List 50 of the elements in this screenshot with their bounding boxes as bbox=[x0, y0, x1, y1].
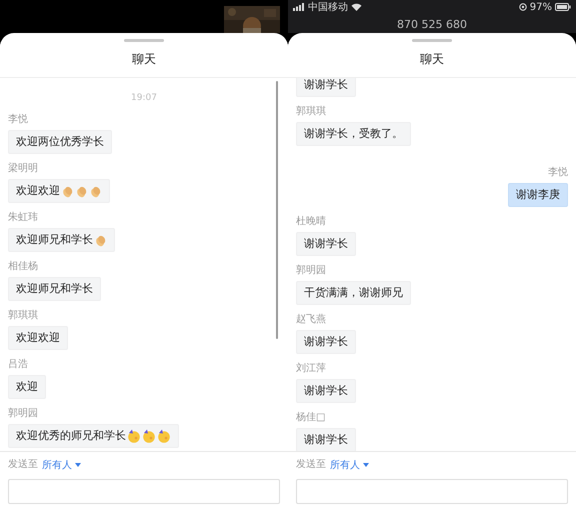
drag-handle[interactable] bbox=[412, 39, 452, 42]
message-bubble: 谢谢学长 bbox=[296, 330, 356, 354]
message-bubble: 欢迎 bbox=[8, 375, 46, 399]
sender-name: 郭明园 bbox=[8, 407, 38, 420]
sender-name: 相佳杨 bbox=[8, 260, 38, 273]
scrollbar[interactable] bbox=[276, 81, 278, 339]
drag-handle[interactable] bbox=[124, 39, 164, 42]
sender-name: 杜晚晴 bbox=[296, 215, 326, 228]
recipient-dropdown[interactable]: 所有人 bbox=[42, 458, 81, 472]
battery-percentage: 97% bbox=[530, 2, 552, 12]
message-bubble: 干货满满，谢谢师兄 bbox=[296, 281, 411, 305]
message-bubble: 谢谢学长 bbox=[296, 428, 356, 451]
message-bubble: 欢迎师兄和学长 bbox=[8, 228, 115, 252]
message-bubble: 谢谢李庚 bbox=[508, 183, 568, 207]
message-input[interactable] bbox=[8, 479, 280, 504]
wifi-icon bbox=[351, 3, 362, 11]
signal-icon bbox=[293, 3, 305, 11]
chat-title: 聊天 bbox=[132, 51, 156, 68]
sender-name: 赵飞燕 bbox=[296, 313, 326, 326]
phone-number: 870 525 680 bbox=[397, 18, 467, 31]
message-bubble: 谢谢学长，受教了。 bbox=[296, 122, 411, 146]
carrier-name: 中国移动 bbox=[308, 0, 348, 14]
message-input[interactable] bbox=[296, 479, 568, 504]
message-bubble: 欢迎师兄和学长 bbox=[8, 277, 101, 301]
message-bubble: 欢迎欢迎 bbox=[8, 179, 110, 203]
caret-icon bbox=[363, 463, 369, 467]
chat-title: 聊天 bbox=[420, 51, 444, 68]
sender-name: 郭琪琪 bbox=[296, 105, 326, 118]
sender-name: 刘江萍 bbox=[296, 362, 326, 375]
sender-name: 郭琪琪 bbox=[8, 309, 38, 322]
message-bubble: 谢谢学长 bbox=[296, 232, 356, 256]
sender-name: 吕浩 bbox=[8, 358, 28, 371]
message-bubble: 欢迎优秀的师兄和学长 bbox=[8, 424, 179, 448]
orientation-lock-icon bbox=[518, 3, 527, 11]
sender-name: 梁明明 bbox=[8, 162, 38, 175]
recipient-dropdown[interactable]: 所有人 bbox=[330, 458, 369, 472]
sender-name: 李悦 bbox=[8, 113, 28, 126]
message-bubble: 谢谢学长 bbox=[296, 78, 356, 97]
sender-name: 杨佳□ bbox=[296, 411, 326, 424]
caret-icon bbox=[75, 463, 81, 467]
send-to-label: 发送至 bbox=[296, 458, 326, 472]
send-to-label: 发送至 bbox=[8, 458, 38, 472]
sender-name: 李悦 bbox=[548, 166, 568, 179]
sender-name: 朱虹玮 bbox=[8, 211, 38, 224]
timestamp: 19:07 bbox=[131, 92, 157, 105]
message-bubble: 欢迎两位优秀学长 bbox=[8, 130, 112, 154]
message-bubble: 谢谢学长 bbox=[296, 379, 356, 403]
battery-icon bbox=[555, 3, 571, 11]
message-bubble: 欢迎欢迎 bbox=[8, 326, 68, 350]
sender-name: 郭明园 bbox=[296, 264, 326, 277]
